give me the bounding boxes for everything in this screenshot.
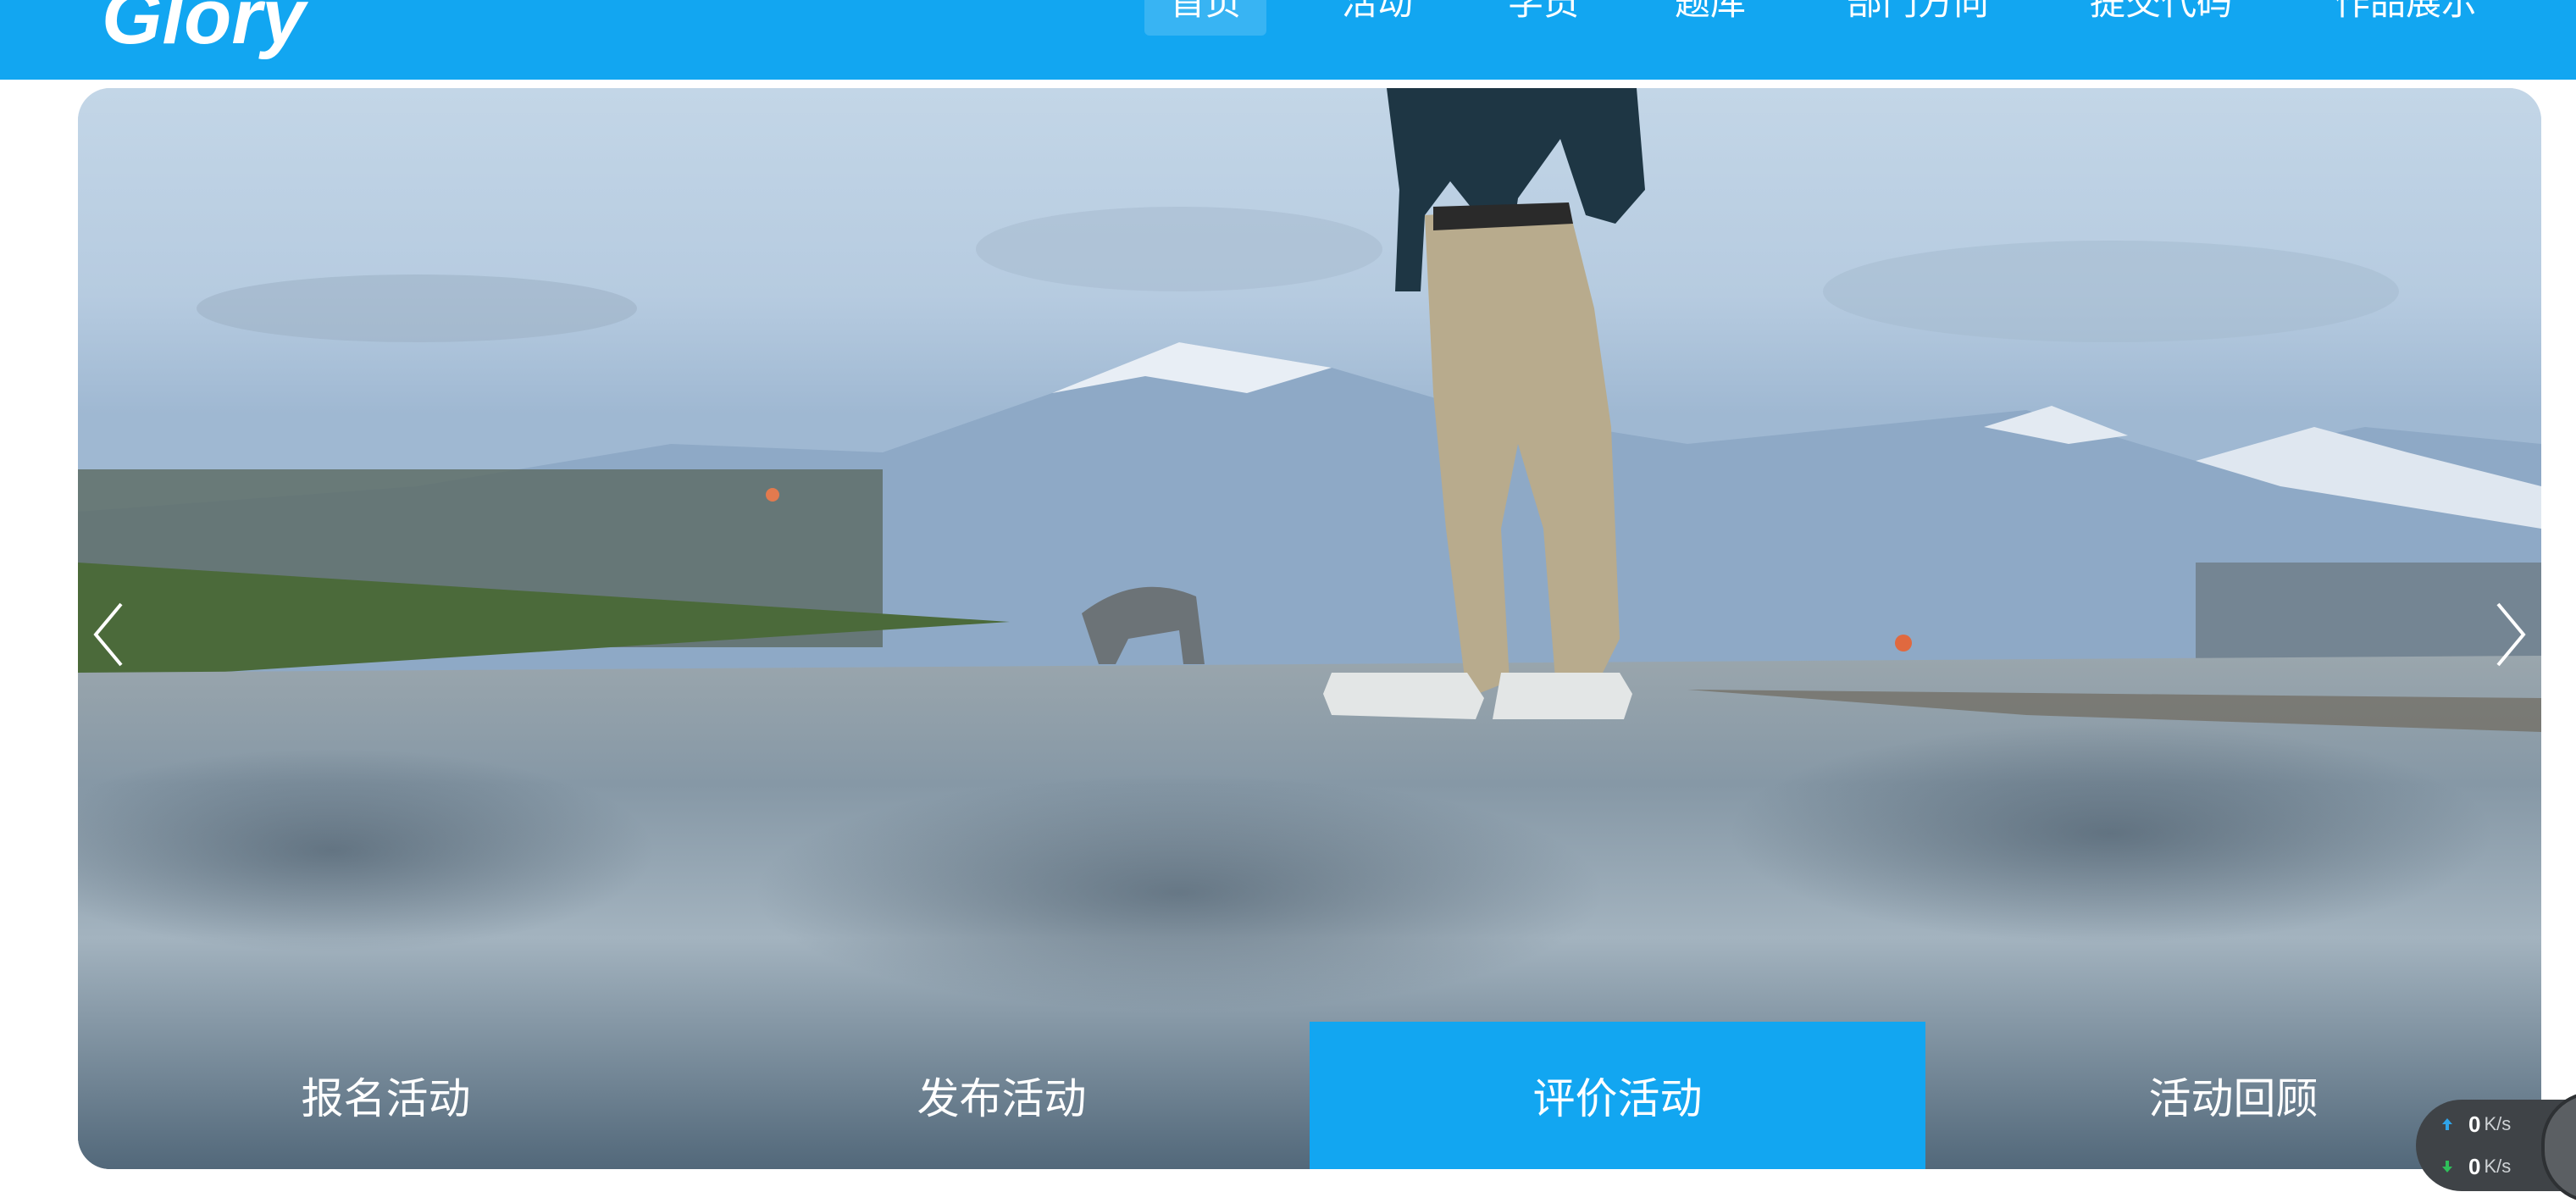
arrow-down-icon [2442, 1161, 2452, 1173]
chevron-right-icon [2496, 602, 2526, 667]
chevron-left-icon [93, 602, 123, 667]
arrow-up-icon [2442, 1118, 2452, 1130]
top-navbar: Glory 首页 活动 学员 题库 部门方向 提交代码 作品展示 [0, 0, 2576, 80]
download-speed-value: 0 [2468, 1153, 2481, 1179]
nav-item-students[interactable]: 学员 [1482, 0, 1604, 36]
nav-item-activities[interactable]: 活动 [1316, 0, 1438, 36]
nav-item-home[interactable]: 首页 [1144, 0, 1267, 36]
tab-evaluate-activity[interactable]: 评价活动 [1310, 1022, 1925, 1169]
upload-speed-value: 0 [2468, 1111, 2481, 1137]
main-nav: 首页 活动 学员 题库 部门方向 提交代码 作品展示 [0, 0, 2576, 80]
upload-speed-unit: K/s [2484, 1113, 2512, 1134]
tab-publish-activity[interactable]: 发布活动 [694, 1022, 1310, 1169]
download-speed-unit: K/s [2484, 1156, 2512, 1177]
nav-item-question-bank[interactable]: 题库 [1649, 0, 1771, 36]
tab-signup-activity[interactable]: 报名活动 [78, 1022, 694, 1169]
nav-item-showcase[interactable]: 作品展示 [2309, 0, 2502, 36]
carousel-prev-button[interactable] [78, 596, 137, 673]
carousel-tab-bar: 报名活动 发布活动 评价活动 活动回顾 [78, 1022, 2541, 1169]
nav-item-submit-code[interactable]: 提交代码 [2064, 0, 2257, 36]
carousel-slide-image [78, 88, 2541, 1169]
carousel-next-button[interactable] [2482, 596, 2541, 673]
nav-item-departments[interactable]: 部门方向 [1821, 0, 2014, 36]
hero-carousel[interactable]: 报名活动 发布活动 评价活动 活动回顾 [78, 88, 2541, 1169]
